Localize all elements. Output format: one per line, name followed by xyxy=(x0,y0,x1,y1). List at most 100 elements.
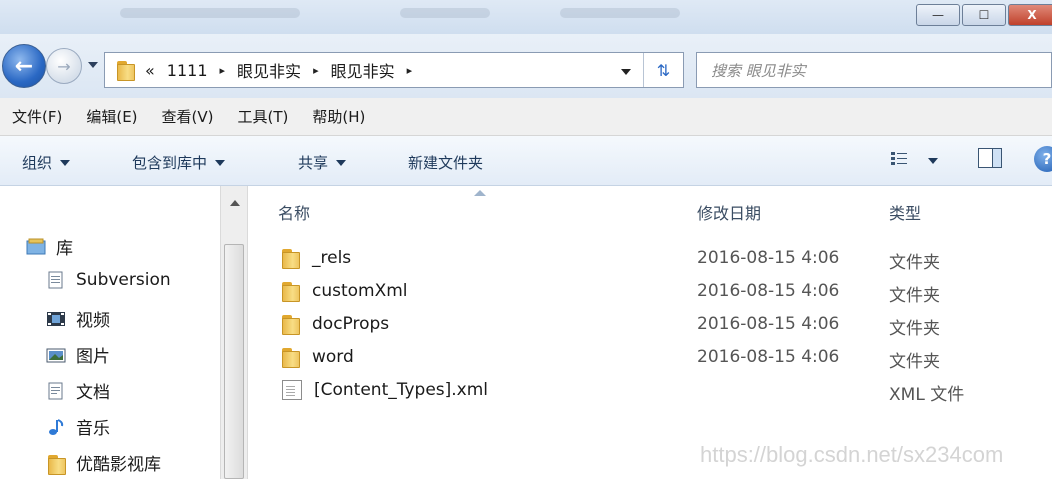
folder-icon xyxy=(115,60,135,81)
file-row[interactable]: customXml 2016-08-15 4:06 文件夹 xyxy=(248,275,1052,307)
file-row[interactable]: _rels 2016-08-15 4:06 文件夹 xyxy=(248,242,1052,274)
file-type: XML 文件 xyxy=(889,385,965,405)
search-placeholder: 搜索 眼见非实 xyxy=(711,61,806,80)
document-icon xyxy=(48,271,63,289)
sidebar-item-pictures[interactable]: 图片 xyxy=(46,342,110,367)
command-bar: 组织 包含到库中 共享 新建文件夹 ? xyxy=(0,136,1052,186)
scroll-up-icon[interactable] xyxy=(230,200,240,206)
organize-label: 组织 xyxy=(22,154,53,172)
sidebar-item-label: 图片 xyxy=(76,347,110,367)
sidebar-item-videos[interactable]: 视频 xyxy=(46,306,110,331)
help-button[interactable]: ? xyxy=(1034,146,1052,172)
back-arrow-icon: ← xyxy=(14,53,34,79)
file-type: 文件夹 xyxy=(889,253,940,273)
sidebar-item-music[interactable]: 音乐 xyxy=(46,414,110,439)
breadcrumb-item[interactable]: 1111 xyxy=(167,61,208,80)
share-button[interactable]: 共享 xyxy=(298,152,347,173)
breadcrumb-separator-icon[interactable]: ▸ xyxy=(407,64,413,77)
file-row[interactable]: docProps 2016-08-15 4:06 文件夹 xyxy=(248,308,1052,340)
refresh-icon: ⇅ xyxy=(656,60,671,80)
menu-view[interactable]: 查看(V) xyxy=(162,106,214,127)
sidebar-item-label: 文档 xyxy=(76,383,110,403)
file-name: [Content_Types].xml xyxy=(314,380,489,400)
file-name: _rels xyxy=(312,248,352,268)
menu-file[interactable]: 文件(F) xyxy=(12,106,62,127)
sidebar-item-label: Subversion xyxy=(76,270,171,290)
file-date: 2016-08-15 4:06 xyxy=(697,347,840,367)
close-button[interactable]: X xyxy=(1008,4,1052,26)
forward-button[interactable]: → xyxy=(46,48,82,84)
file-row[interactable]: word 2016-08-15 4:06 文件夹 xyxy=(248,341,1052,373)
address-dropdown[interactable] xyxy=(621,69,631,75)
include-in-library-button[interactable]: 包含到库中 xyxy=(132,152,226,173)
folder-icon xyxy=(280,314,300,335)
title-blur xyxy=(400,8,490,18)
title-bar: — ☐ X xyxy=(0,0,1052,34)
column-header-name[interactable]: 名称 xyxy=(278,200,310,224)
file-name: docProps xyxy=(312,314,390,334)
breadcrumb-overflow[interactable]: « xyxy=(145,61,155,80)
folder-icon xyxy=(280,347,300,368)
sidebar-item-label: 音乐 xyxy=(76,419,110,439)
sidebar-item-label: 优酷影视库 xyxy=(76,455,161,475)
refresh-button[interactable]: ⇅ xyxy=(643,53,683,87)
music-icon xyxy=(49,418,64,435)
new-folder-button[interactable]: 新建文件夹 xyxy=(408,152,483,173)
address-bar[interactable]: « 1111 ▸ 眼见非实 ▸ 眼见非实 ▸ ⇅ xyxy=(104,52,684,88)
video-icon xyxy=(47,311,65,326)
chevron-down-icon xyxy=(215,159,226,166)
breadcrumb-item[interactable]: 眼见非实 xyxy=(237,58,301,82)
preview-pane-icon[interactable] xyxy=(978,148,1002,168)
sidebar-item-library[interactable]: 库 xyxy=(26,234,73,259)
sort-ascending-icon xyxy=(474,190,486,196)
sidebar-item-label: 视频 xyxy=(76,311,110,331)
file-type: 文件夹 xyxy=(889,286,940,306)
sidebar-item-documents[interactable]: 文档 xyxy=(46,378,110,403)
file-type: 文件夹 xyxy=(889,319,940,339)
file-name: word xyxy=(312,347,354,367)
chevron-down-icon xyxy=(336,159,347,166)
back-button[interactable]: ← xyxy=(2,44,46,88)
new-folder-label: 新建文件夹 xyxy=(408,154,484,172)
menu-tools[interactable]: 工具(T) xyxy=(238,106,289,127)
menu-bar: 文件(F) 编辑(E) 查看(V) 工具(T) 帮助(H) xyxy=(0,98,1052,136)
title-blur xyxy=(560,8,680,18)
minimize-button[interactable]: — xyxy=(916,4,960,26)
menu-help[interactable]: 帮助(H) xyxy=(312,106,365,127)
breadcrumb-separator-icon[interactable]: ▸ xyxy=(313,64,319,77)
breadcrumb-separator-icon[interactable]: ▸ xyxy=(220,64,226,77)
organize-button[interactable]: 组织 xyxy=(22,152,71,173)
maximize-button[interactable]: ☐ xyxy=(962,4,1006,26)
include-library-label: 包含到库中 xyxy=(132,154,208,172)
column-header-date[interactable]: 修改日期 xyxy=(697,200,761,224)
navigation-scrollbar[interactable] xyxy=(220,186,248,479)
menu-edit[interactable]: 编辑(E) xyxy=(86,106,137,127)
document-icon xyxy=(48,382,63,399)
title-blur xyxy=(120,8,300,18)
sidebar-item-youku-library[interactable]: 优酷影视库 xyxy=(46,450,161,475)
chevron-down-icon xyxy=(60,159,71,166)
search-input[interactable]: 搜索 眼见非实 xyxy=(696,52,1052,88)
window-controls: — ☐ X xyxy=(914,4,1052,26)
file-icon xyxy=(282,380,302,400)
file-name: customXml xyxy=(312,281,408,301)
file-list: 名称 修改日期 类型 _rels 2016-08-15 4:06 文件夹 cus… xyxy=(248,186,1052,479)
view-dropdown-icon[interactable] xyxy=(928,158,938,164)
address-row: ← → « 1111 ▸ 眼见非实 ▸ 眼见非实 ▸ ⇅ 搜索 眼见非实 xyxy=(0,34,1052,98)
picture-icon xyxy=(46,348,66,362)
file-row[interactable]: [Content_Types].xml XML 文件 xyxy=(248,374,1052,406)
forward-arrow-icon: → xyxy=(57,56,71,76)
file-date: 2016-08-15 4:06 xyxy=(697,281,840,301)
scrollbar-thumb[interactable] xyxy=(224,244,244,479)
column-header-type[interactable]: 类型 xyxy=(889,200,921,224)
watermark: https://blog.csdn.net/sx234com xyxy=(700,442,1004,467)
recent-pages-dropdown[interactable] xyxy=(88,62,98,68)
sidebar-item-subversion[interactable]: Subversion xyxy=(46,270,171,290)
breadcrumb-item[interactable]: 眼见非实 xyxy=(331,58,395,82)
file-date: 2016-08-15 4:06 xyxy=(697,248,840,268)
folder-icon xyxy=(46,454,66,475)
folder-icon xyxy=(280,281,300,302)
share-label: 共享 xyxy=(298,154,329,172)
view-options-icon[interactable] xyxy=(890,150,908,168)
folder-icon xyxy=(280,248,300,269)
